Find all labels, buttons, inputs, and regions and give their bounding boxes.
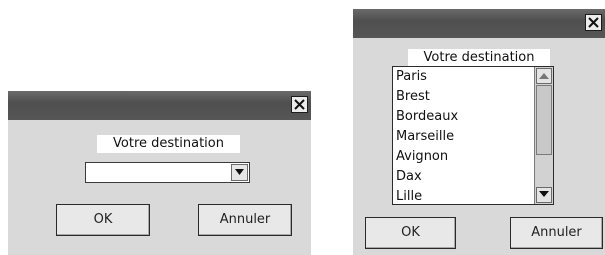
destination-dialog-expanded: Votre destination Paris Brest Bordeaux M… <box>353 9 605 255</box>
list-item[interactable]: Bordeaux <box>393 107 553 127</box>
cancel-button[interactable]: Annuler <box>198 204 292 236</box>
destination-combobox[interactable] <box>85 162 250 183</box>
ok-button[interactable]: OK <box>56 204 150 236</box>
ok-button[interactable]: OK <box>365 217 456 249</box>
cancel-button[interactable]: Annuler <box>510 217 603 249</box>
list-item[interactable]: Avignon <box>393 147 553 167</box>
list-item[interactable]: Brest <box>393 87 553 107</box>
list-item[interactable]: Lille <box>393 187 553 204</box>
chevron-down-icon[interactable] <box>231 164 248 181</box>
scroll-up-icon[interactable] <box>536 68 552 84</box>
destination-listbox[interactable]: Paris Brest Bordeaux Marseille Avignon D… <box>392 66 554 205</box>
list-scrollbar[interactable] <box>534 67 553 204</box>
list-item[interactable]: Marseille <box>393 127 553 147</box>
list-item[interactable]: Dax <box>393 167 553 187</box>
scrollbar-thumb[interactable] <box>536 85 552 155</box>
destination-label: Votre destination <box>97 135 240 153</box>
destination-dialog-collapsed: Votre destination OK Annuler <box>8 91 311 255</box>
dialog-titlebar[interactable] <box>8 91 311 120</box>
list-item[interactable]: Paris <box>393 67 553 87</box>
destination-label: Votre destination <box>408 49 550 67</box>
dialog-titlebar[interactable] <box>353 9 605 38</box>
close-icon[interactable] <box>585 14 602 31</box>
scroll-down-icon[interactable] <box>536 187 552 203</box>
close-icon[interactable] <box>291 96 308 113</box>
